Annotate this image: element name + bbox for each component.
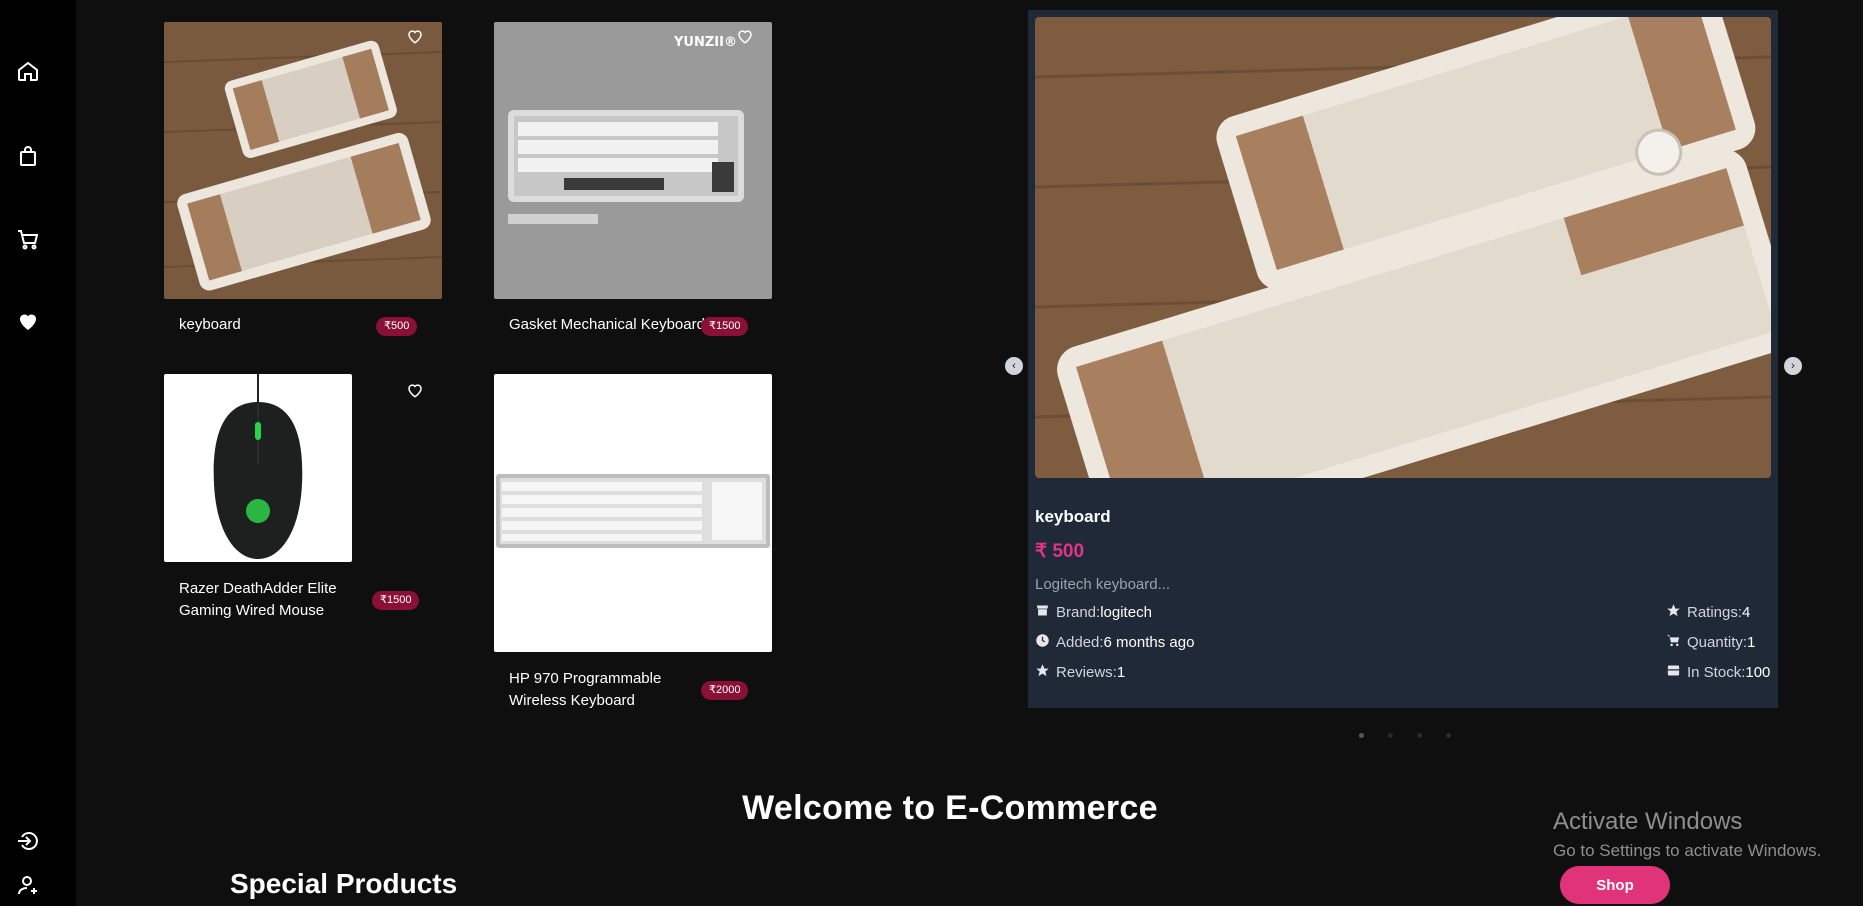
quantity-meta: Quantity: 1: [1666, 633, 1755, 652]
product-name[interactable]: Gasket Mechanical Keyboard: [509, 314, 705, 336]
shop-button[interactable]: Shop: [1560, 866, 1670, 904]
reviews-label: Reviews:: [1056, 664, 1117, 681]
brand-meta: Brand: logitech: [1035, 603, 1152, 622]
detail-price: ₹ 500: [1035, 541, 1085, 562]
bag-icon[interactable]: [14, 142, 42, 170]
detail-title: keyboard: [1035, 507, 1111, 526]
box-icon: [1666, 663, 1681, 682]
carousel-next-button[interactable]: ›: [1784, 357, 1802, 375]
product-image-gasket-keyboard[interactable]: YUNZII®: [494, 22, 772, 299]
user-icon[interactable]: [14, 871, 42, 899]
sidebar: [0, 0, 76, 906]
price-badge: ₹500: [376, 317, 418, 336]
activate-windows-title: Activate Windows: [1553, 808, 1743, 835]
product-name-line: Wireless Keyboard: [509, 692, 635, 709]
cart-icon[interactable]: [14, 226, 42, 254]
price-badge: ₹2000: [701, 681, 749, 700]
home-icon[interactable]: [14, 57, 42, 85]
carousel-dot[interactable]: [1446, 733, 1451, 738]
brand-logo: YUNZII®: [673, 35, 737, 50]
activate-windows-subtitle: Go to Settings to activate Windows.: [1553, 841, 1822, 860]
product-image-hp-keyboard[interactable]: [494, 374, 772, 652]
special-products-heading: Special Products: [230, 868, 458, 899]
wishlist-heart-icon[interactable]: [736, 27, 754, 45]
ratings-label: Ratings:: [1687, 604, 1743, 621]
product-name-line: HP 970 Programmable: [509, 670, 662, 687]
star-icon: [1666, 603, 1681, 622]
product-name[interactable]: keyboard: [179, 314, 241, 336]
wishlist-heart-icon[interactable]: [406, 27, 424, 45]
ratings-value: 4: [1742, 604, 1751, 621]
heart-icon[interactable]: [14, 307, 42, 335]
carousel-dot[interactable]: [1359, 733, 1364, 738]
product-detail-panel: keyboard ₹ 500 Logitech keyboard... Bran…: [1028, 10, 1778, 708]
ratings-meta: Ratings: 4: [1666, 603, 1750, 622]
product-image-keyboard[interactable]: [164, 22, 442, 299]
added-meta: Added: 6 months ago: [1035, 633, 1194, 652]
reviews-value: 1: [1116, 664, 1126, 681]
login-icon[interactable]: [14, 827, 42, 855]
brand-label: Brand:: [1056, 604, 1101, 621]
stock-label: In Stock:: [1687, 664, 1746, 681]
stock-meta: In Stock: 100: [1666, 663, 1770, 682]
cart-icon: [1666, 633, 1681, 652]
price-badge: ₹1500: [372, 591, 420, 610]
carousel-dot[interactable]: [1417, 733, 1422, 738]
added-value: 6 months ago: [1103, 634, 1195, 651]
product-name[interactable]: Razer DeathAdder Elite Gaming Wired Mous…: [179, 578, 337, 622]
added-label: Added:: [1056, 634, 1104, 651]
price-badge: ₹1500: [701, 317, 749, 336]
brand-value: logitech: [1100, 604, 1152, 621]
product-name[interactable]: HP 970 Programmable Wireless Keyboard: [509, 668, 661, 712]
clock-icon: [1035, 633, 1050, 652]
carousel-dot[interactable]: [1388, 733, 1393, 738]
store-icon: [1035, 603, 1050, 622]
product-name-line: Gaming Wired Mouse: [179, 602, 325, 619]
quantity-label: Quantity:: [1687, 634, 1748, 651]
product-name-line: Razer DeathAdder Elite: [179, 580, 337, 597]
detail-description: Logitech keyboard...: [1035, 576, 1171, 593]
star-icon: [1035, 663, 1050, 682]
stock-value: 100: [1745, 664, 1771, 681]
detail-product-image: [1035, 17, 1771, 478]
product-image-razer-mouse[interactable]: [164, 374, 352, 562]
reviews-meta: Reviews: 1: [1035, 663, 1125, 682]
wishlist-heart-icon[interactable]: [406, 381, 424, 399]
quantity-value: 1: [1747, 634, 1756, 651]
carousel-prev-button[interactable]: ‹: [1005, 357, 1023, 375]
